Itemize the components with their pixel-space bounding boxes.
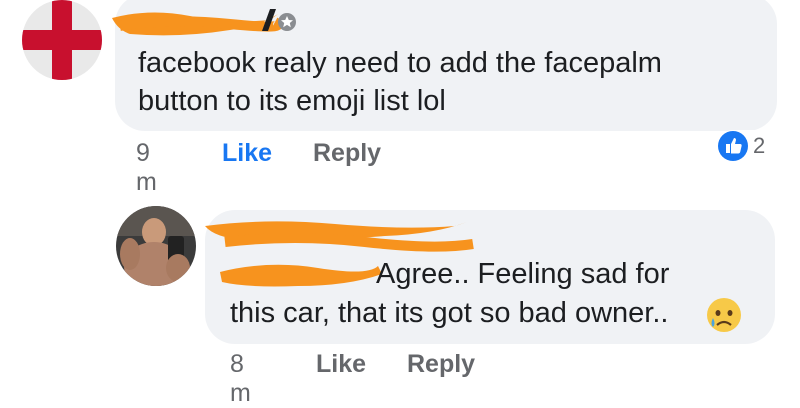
reply-button[interactable]: Reply [313,139,381,168]
mention-redacted[interactable] [218,256,386,296]
comment-text-line-2: this car, that its got so bad owner.. [230,297,669,329]
man-selfie-avatar[interactable] [116,206,196,286]
crying-face-emoji [705,296,743,334]
like-icon [718,131,748,161]
comment-text: facebook realy need to add the facepalm … [138,47,662,117]
reply-button[interactable]: Reply [407,350,475,379]
author-name-redacted[interactable] [205,216,475,256]
like-button[interactable]: Like [222,139,272,168]
comment-time[interactable]: 8 m [230,350,251,408]
like-button[interactable]: Like [316,350,366,379]
comment-time[interactable]: 9 m [136,139,157,197]
reaction-summary[interactable]: 2 [717,130,770,162]
top-fan-icon [277,12,297,32]
england-flag-avatar[interactable] [22,0,102,80]
comment-text-line-1: Agree.. Feeling sad for [376,258,670,290]
reaction-count: 2 [753,133,766,158]
